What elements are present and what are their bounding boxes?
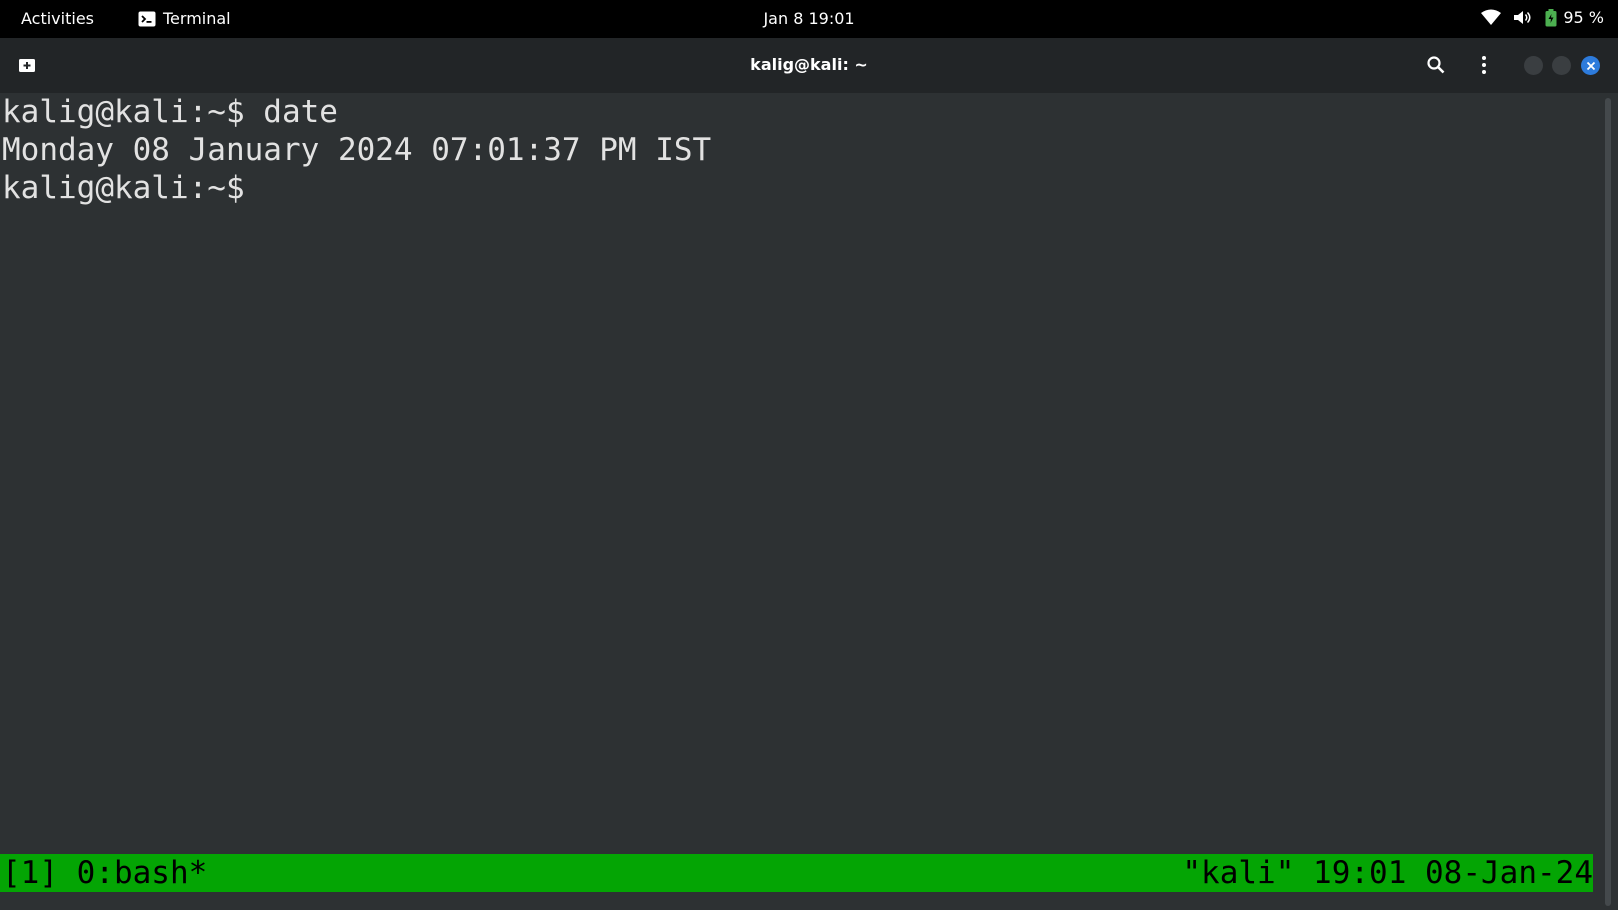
volume-icon [1513,9,1533,26]
scrollbar-thumb[interactable] [1605,98,1611,906]
close-icon [1586,61,1595,70]
maximize-button[interactable] [1552,56,1571,75]
terminal-output[interactable]: kalig@kali:~$ date Monday 08 January 202… [0,93,1600,910]
terminal-window: kalig@kali: ~ kalig@kali:~$ date Monday … [0,38,1618,910]
window-header-bar[interactable]: kalig@kali: ~ [0,38,1618,93]
terminal-line: kalig@kali:~$ date [2,94,338,130]
scrollbar[interactable] [1602,98,1614,906]
tmux-status-bar: [1] 0:bash* "kali" 19:01 08-Jan-24 [0,854,1593,892]
terminal-prompt: kalig@kali:~$ [2,170,245,206]
top-bar: Activities Terminal Jan 8 19:01 95 % [0,0,1618,38]
search-icon[interactable] [1426,55,1446,75]
clock[interactable]: Jan 8 19:01 [0,9,1618,28]
wifi-icon [1481,9,1502,26]
window-title: kalig@kali: ~ [750,55,868,74]
menu-icon[interactable] [1474,55,1494,75]
terminal-line: Monday 08 January 2024 07:01:37 PM IST [2,132,712,168]
tmux-status-right: "kali" 19:01 08-Jan-24 [1182,855,1593,891]
tmux-window-list: [1] 0:bash* [2,855,208,891]
minimize-button[interactable] [1524,56,1543,75]
battery-percent: 95 % [1563,8,1604,27]
battery-icon [1545,8,1557,27]
system-status-area[interactable]: 95 % [1481,8,1604,27]
close-button[interactable] [1581,56,1600,75]
